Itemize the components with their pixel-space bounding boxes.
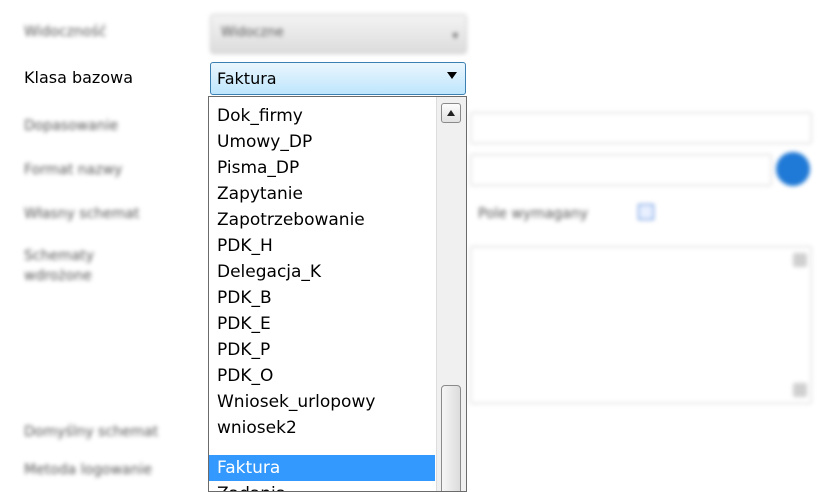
chevron-down-icon: ▾ [452,29,458,42]
dropdown-item[interactable]: Pisma_DP [209,155,435,181]
dropdown-item[interactable]: Zapytanie [209,181,435,207]
scroll-up-button[interactable] [441,103,461,123]
dropdown-item[interactable]: PDK_E [209,311,435,337]
dropdown-item[interactable]: wniosek2 [209,415,435,441]
dropdown-item[interactable]: Zapotrzebowanie [209,207,435,233]
dropdown-item[interactable]: PDK_B [209,285,435,311]
info-icon[interactable] [776,152,810,186]
dropdown-item[interactable]: PDK_O [209,363,435,389]
chevron-up-icon [447,110,455,116]
base-class-combo[interactable]: Faktura [210,62,466,95]
dropdown-scrollbar[interactable] [436,97,466,491]
scroll-down-icon[interactable] [793,383,807,397]
dropdown-item[interactable]: Umowy_DP [209,129,435,155]
base-class-dropdown[interactable]: Dok_firmy Umowy_DP Pisma_DP Zapytanie Za… [208,96,467,492]
visibility-combo[interactable]: Widoczne ▾ [210,14,467,54]
dropdown-item-selected[interactable]: Faktura [209,455,435,481]
matching-label: Dopasowanie [24,118,119,134]
login-method-label: Metoda logowanie [24,462,152,478]
visibility-value: Widoczne [221,25,284,40]
dropdown-item[interactable]: PDK_P [209,337,435,363]
visibility-label: Widoczność [24,24,107,40]
schemas-list[interactable] [470,246,812,404]
name-format-field[interactable] [470,154,772,186]
required-label: Pole wymagany [478,206,589,222]
required-checkbox[interactable] [638,204,654,220]
own-schema-label: Własny schemat [24,206,140,222]
chevron-down-icon [447,72,457,79]
schemas-label: Schematy [24,248,95,264]
scroll-up-icon[interactable] [793,253,807,267]
dropdown-item[interactable]: Dok_firmy [209,103,435,129]
schemas-label-2: wdrożone [24,268,92,284]
name-format-label: Format nazwy [24,162,123,178]
dropdown-item[interactable]: Wniosek_urlopowy [209,389,435,415]
dropdown-item[interactable]: Zadania [209,481,435,491]
dropdown-item[interactable]: Delegacja_K [209,259,435,285]
dropdown-item[interactable]: PDK_H [209,233,435,259]
default-schema-label: Domyślny schemat [24,424,159,440]
scrollbar-thumb[interactable] [441,385,461,491]
base-class-label: Klasa bazowa [24,68,134,87]
base-class-value: Faktura [217,69,277,88]
matching-field[interactable] [470,112,812,144]
